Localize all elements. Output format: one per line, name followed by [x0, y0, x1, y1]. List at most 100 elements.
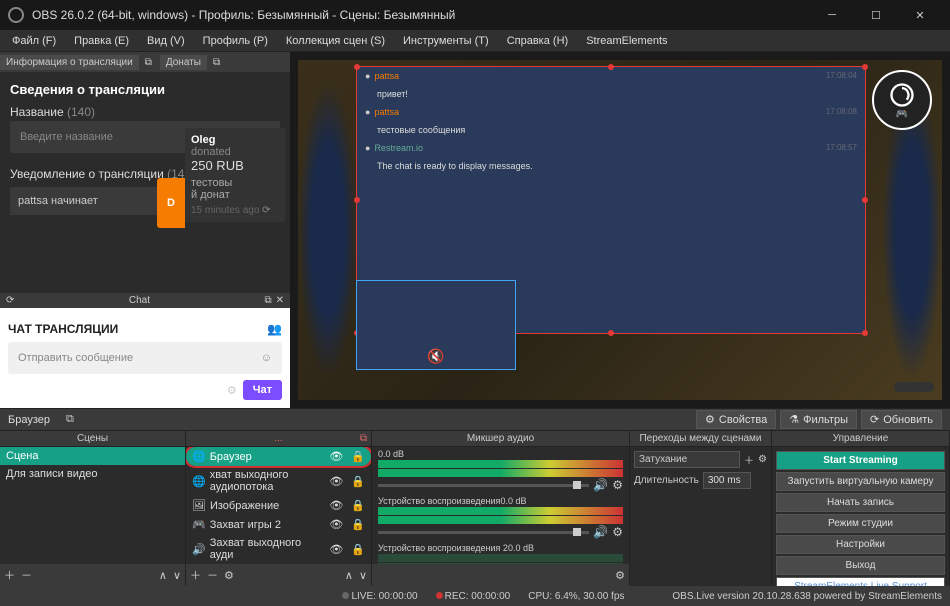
speaker-icon[interactable]: 🔊 — [593, 525, 608, 539]
transition-select[interactable]: Затухание — [634, 451, 740, 468]
tab-broadcast-info[interactable]: Информация о трансляции — [0, 55, 139, 70]
visibility-icon[interactable]: 👁 — [329, 543, 343, 556]
menu-profile[interactable]: Профиль (P) — [195, 33, 276, 49]
window-title: OBS 26.0.2 (64-bit, windows) - Профиль: … — [32, 8, 810, 22]
gear-icon[interactable]: ⚙ — [224, 569, 234, 582]
lock-icon[interactable]: 🔒 — [351, 450, 365, 463]
close-button[interactable]: ✕ — [898, 0, 942, 30]
source-type-icon: 🎮 — [192, 518, 206, 531]
lock-icon[interactable]: 🔒 — [351, 499, 365, 512]
donation-time: 15 minutes ago ⟳ — [191, 205, 279, 216]
volume-slider[interactable] — [378, 531, 589, 534]
support-button[interactable]: StreamElements Live Support — [776, 577, 945, 586]
controls-body: Start Streaming Запустить виртуальную ка… — [772, 447, 949, 586]
controls-dock: Управление Start Streaming Запустить вир… — [772, 431, 950, 586]
preview-chat-message: ●pattsa17:08:04привет! — [357, 67, 865, 103]
remove-button[interactable]: － — [21, 567, 32, 583]
scene-item[interactable]: Для записи видео — [0, 465, 185, 483]
left-tabs: Информация о трансляции ⧉ Донаты ⧉ — [0, 52, 290, 72]
lock-icon[interactable]: 🔒 — [351, 543, 365, 556]
settings-button[interactable]: Настройки — [776, 535, 945, 554]
popout-icon[interactable]: ⧉ — [264, 295, 271, 306]
minimize-button[interactable]: ─ — [810, 0, 854, 30]
menu-edit[interactable]: Правка (E) — [66, 33, 137, 49]
sources-toolbar: ＋ － ⚙ ∧ ∨ — [186, 564, 371, 586]
status-bar: LIVE: 00:00:00 REC: 00:00:00 CPU: 6.4%, … — [0, 586, 950, 606]
menu-stream-elements[interactable]: StreamElements — [578, 33, 675, 49]
popout-icon[interactable]: ⧉ — [66, 413, 74, 426]
gear-icon: ⚙ — [705, 413, 715, 426]
duration-label: Длительность — [634, 475, 699, 486]
gear-icon[interactable]: ⚙ — [758, 454, 767, 465]
volume-slider[interactable] — [378, 484, 589, 487]
source-item[interactable]: 🔊Захват выходного ауди👁🔒 — [186, 534, 371, 564]
down-button[interactable]: ∨ — [359, 569, 367, 582]
start-recording-button[interactable]: Начать запись — [776, 493, 945, 512]
menu-tools[interactable]: Инструменты (T) — [395, 33, 497, 49]
scenes-header: Сцены — [0, 431, 185, 447]
visibility-icon[interactable]: 👁 — [329, 499, 343, 512]
popout-icon[interactable]: ⧉ — [145, 57, 152, 68]
up-button[interactable]: ∧ — [345, 569, 353, 582]
add-button[interactable]: ＋ — [190, 567, 201, 583]
down-button[interactable]: ∨ — [173, 569, 181, 582]
lock-icon[interactable]: 🔒 — [351, 518, 365, 531]
tab-donations[interactable]: Донаты — [160, 55, 207, 70]
preview-scrollbar[interactable] — [894, 382, 934, 392]
add-button[interactable]: ＋ — [4, 567, 15, 583]
menu-view[interactable]: Вид (V) — [139, 33, 193, 49]
scene-item[interactable]: Сцена — [0, 447, 185, 465]
sources-dock: ...⧉ 🌐Браузер👁🔒🌐хват выходного аудиопото… — [186, 431, 372, 586]
maximize-button[interactable]: ☐ — [854, 0, 898, 30]
remove-button[interactable]: － — [207, 567, 218, 583]
speaker-icon[interactable]: 🔊 — [593, 478, 608, 492]
menu-file[interactable]: Файл (F) — [4, 33, 64, 49]
studio-mode-button[interactable]: Режим студии — [776, 514, 945, 533]
visibility-icon[interactable]: 👁 — [329, 475, 343, 488]
up-button[interactable]: ∧ — [159, 569, 167, 582]
chat-dock-header: ⟳ Chat ⧉ ✕ — [0, 293, 290, 308]
virtual-cam-button[interactable]: Запустить виртуальную камеру — [776, 472, 945, 491]
close-icon[interactable]: ✕ — [276, 295, 284, 306]
source-item[interactable]: 🎮Захват игры 2👁🔒 — [186, 515, 371, 534]
start-streaming-button[interactable]: Start Streaming — [776, 451, 945, 470]
people-icon[interactable]: 👥 — [267, 322, 282, 336]
popout-icon[interactable]: ⧉ — [360, 433, 367, 444]
refresh-button[interactable]: ⟳Обновить — [861, 410, 942, 429]
chat-input[interactable]: Отправить сообщение ☺ — [8, 342, 282, 374]
reload-icon[interactable]: ⟳ — [6, 295, 14, 306]
filters-button[interactable]: ⚗Фильтры — [780, 410, 857, 429]
duration-input[interactable]: 300 ms — [703, 472, 751, 489]
visibility-icon[interactable]: 👁 — [329, 450, 343, 463]
live-status: LIVE: 00:00:00 — [342, 591, 417, 602]
secondary-source-bounds[interactable]: 🔇 — [356, 280, 516, 370]
sources-list[interactable]: 🌐Браузер👁🔒🌐хват выходного аудиопотока👁🔒🖼… — [186, 447, 371, 564]
scenes-toolbar: ＋ － ∧ ∨ — [0, 564, 185, 586]
lock-icon[interactable]: 🔒 — [351, 475, 365, 488]
gear-icon[interactable]: ⚙ — [227, 384, 237, 397]
add-button[interactable]: ＋ — [744, 452, 754, 467]
gear-icon[interactable]: ⚙ — [615, 569, 625, 582]
source-item[interactable]: 🌐Браузер👁🔒 — [186, 447, 371, 466]
scenes-list[interactable]: СценаДля записи видео — [0, 447, 185, 564]
exit-button[interactable]: Выход — [776, 556, 945, 575]
source-item[interactable]: 🌐хват выходного аудиопотока👁🔒 — [186, 466, 371, 496]
gear-icon[interactable]: ⚙ — [612, 478, 623, 492]
preview[interactable]: ●pattsa17:08:04привет!●pattsa17:08:08тес… — [290, 52, 950, 408]
chat-dock: ⟳ Chat ⧉ ✕ ЧАТ ТРАНСЛЯЦИИ 👥 Отправить со… — [0, 293, 290, 408]
source-item[interactable]: 🖼Изображение👁🔒 — [186, 496, 371, 515]
menu-scene-collection[interactable]: Коллекция сцен (S) — [278, 33, 393, 49]
menu-help[interactable]: Справка (H) — [499, 33, 576, 49]
emoji-icon[interactable]: ☺ — [261, 352, 272, 364]
popout-icon[interactable]: ⧉ — [213, 57, 220, 68]
reload-icon[interactable]: ⟳ — [262, 205, 270, 216]
chat-title: Chat — [14, 295, 264, 306]
visibility-icon[interactable]: 👁 — [329, 518, 343, 531]
source-type-icon: 🌐 — [192, 475, 206, 488]
gear-icon[interactable]: ⚙ — [612, 525, 623, 539]
version-status: OBS.Live version 20.10.28.638 powered by… — [672, 591, 942, 602]
properties-button[interactable]: ⚙Свойства — [696, 410, 776, 429]
sources-header: ...⧉ — [186, 431, 371, 447]
chat-button[interactable]: Чат — [243, 380, 282, 400]
donation-amount: 250 RUB — [191, 158, 279, 173]
